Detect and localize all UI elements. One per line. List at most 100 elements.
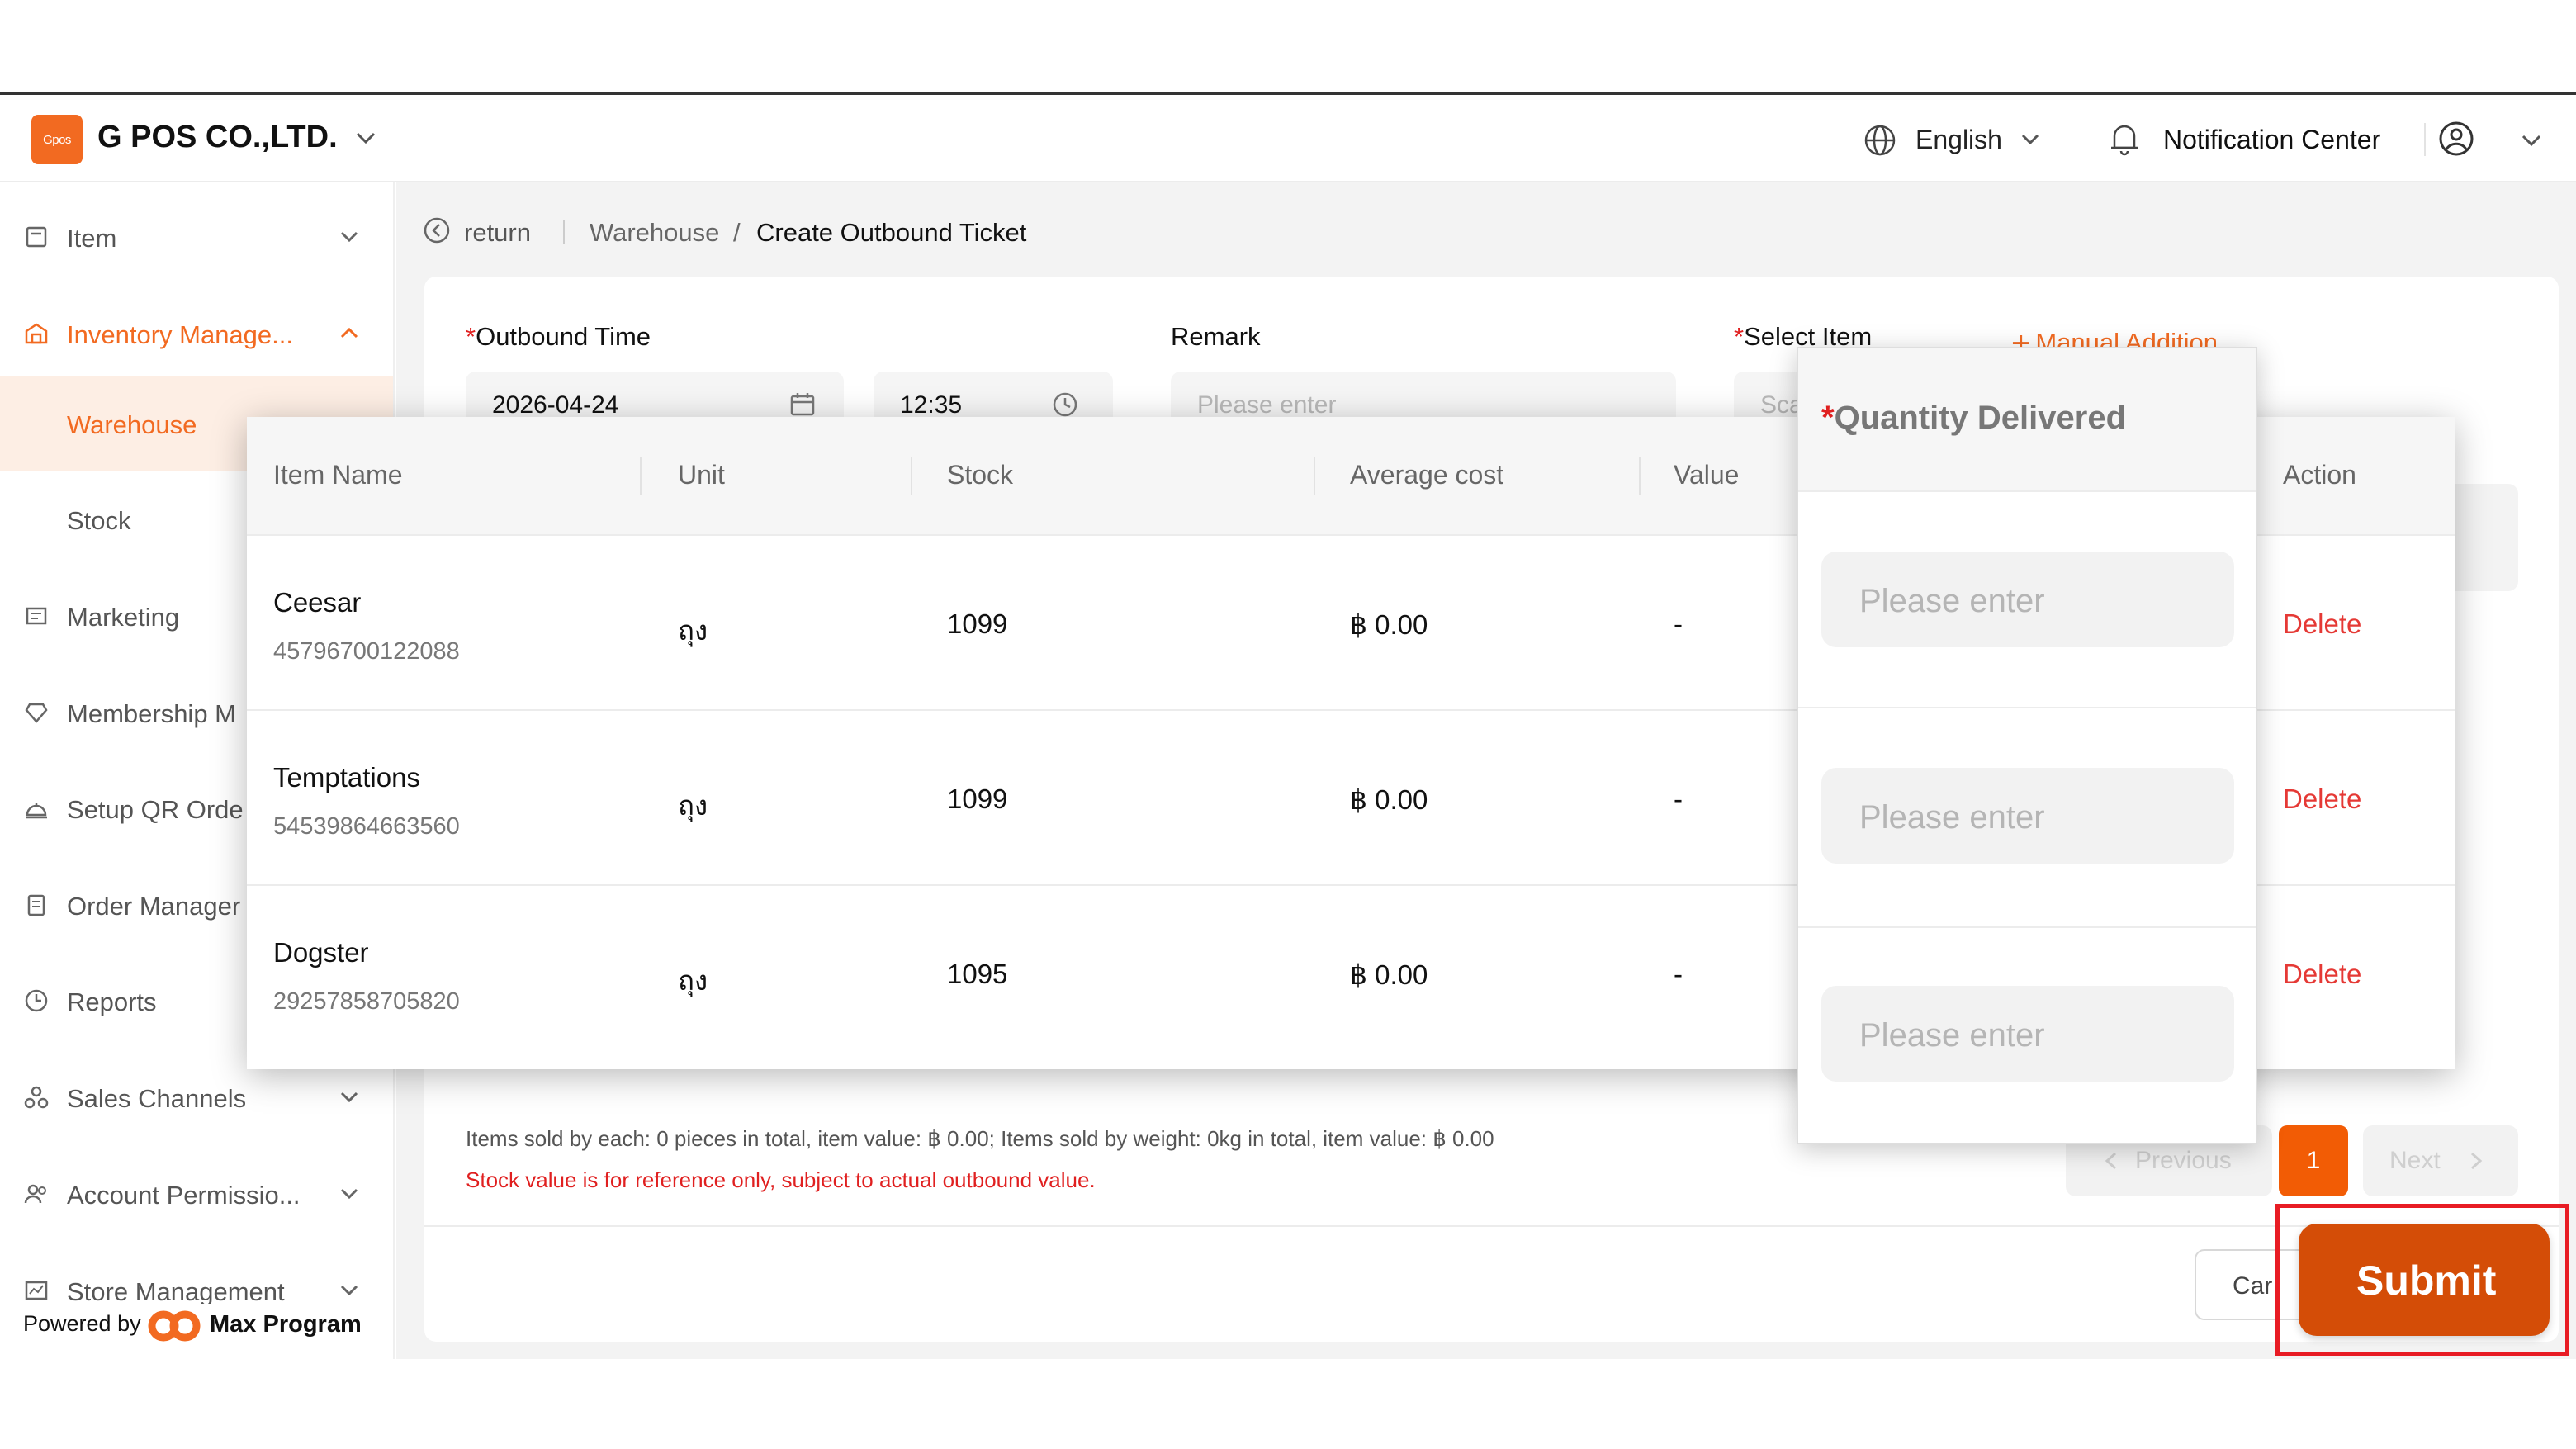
chevron-right-icon [2470, 1152, 2483, 1170]
store-icon [25, 1281, 48, 1300]
item-name: Ceesar [273, 587, 362, 618]
order-icon [27, 894, 45, 916]
clock-icon [1053, 392, 1077, 417]
chevron-down-icon[interactable] [2518, 130, 2545, 151]
item-stock: 1099 [947, 608, 1008, 639]
sidebar-item-label: Stock [67, 506, 131, 535]
item-name: Dogster [273, 937, 369, 968]
card-footer-divider [424, 1225, 2559, 1227]
qr-order-icon [26, 803, 47, 819]
sidebar-item-label: Membership M [67, 699, 236, 728]
remark-label: Remark [1171, 322, 1261, 351]
globe-icon[interactable] [1863, 123, 1897, 158]
delete-button[interactable]: Delete [2283, 784, 2361, 815]
item-average-cost: ฿ 0.00 [1350, 959, 1428, 990]
breadcrumb-warehouse[interactable]: Warehouse [590, 218, 719, 248]
column-header-stock: Stock [947, 460, 1014, 490]
chevron-up-icon [340, 327, 358, 339]
column-header-average-cost: Average cost [1350, 460, 1504, 490]
item-average-cost: ฿ 0.00 [1350, 609, 1428, 640]
marketing-icon [26, 607, 47, 625]
column-header-unit: Unit [678, 460, 725, 490]
breadcrumb-current: Create Outbound Ticket [756, 218, 1027, 247]
sidebar-item-label: Account Permissio... [67, 1181, 301, 1210]
column-separator [640, 457, 642, 495]
outbound-time-label: *Outbound Time [466, 322, 651, 351]
item-value: - [1674, 959, 1683, 989]
item-barcode: 45796700122088 [273, 638, 460, 665]
delete-button[interactable]: Delete [2283, 608, 2361, 640]
chevron-down-icon [340, 1091, 358, 1103]
next-page-button[interactable]: Next [2363, 1125, 2518, 1196]
chevron-down-icon [340, 231, 358, 243]
chevron-down-icon[interactable] [351, 126, 381, 149]
chevron-down-icon [340, 1285, 358, 1296]
item-name: Temptations [273, 762, 420, 793]
inventory-icon [25, 323, 48, 344]
sidebar-item-label: Reports [67, 987, 157, 1016]
reports-icon [25, 989, 48, 1012]
row-divider [1798, 926, 2256, 928]
header-divider [2424, 123, 2426, 156]
user-avatar-icon[interactable] [2437, 120, 2475, 158]
item-stock: 1099 [947, 784, 1008, 814]
breadcrumb-separator: / [733, 218, 741, 247]
max-program-brand: Max Program [210, 1311, 362, 1338]
item-barcode: 29257858705820 [273, 988, 460, 1015]
back-arrow-icon[interactable] [423, 216, 451, 244]
quantity-delivered-title: *Quantity Delivered [1821, 400, 2127, 436]
language-selector[interactable]: English [1915, 125, 2002, 155]
quantity-input[interactable]: Please enter [1821, 768, 2234, 864]
chevron-down-icon [340, 1188, 358, 1200]
sidebar-item-sales-channels[interactable]: Sales Channels [0, 1066, 393, 1132]
sidebar-item-account-permissions[interactable]: Account Permissio... [0, 1163, 393, 1229]
column-header-item-name: Item Name [273, 460, 403, 490]
item-unit: ถุง [678, 790, 708, 821]
gpos-logo[interactable]: Gpos [31, 115, 83, 164]
membership-icon [25, 703, 48, 723]
sidebar-item-inventory[interactable]: Inventory Manage... [0, 302, 393, 368]
account-icon [24, 1184, 46, 1204]
sidebar-item-store-management[interactable]: Store Management [0, 1259, 393, 1304]
notification-center-link[interactable]: Notification Center [2163, 125, 2380, 155]
item-stock: 1095 [947, 959, 1008, 989]
return-link[interactable]: return [464, 218, 531, 248]
item-value: - [1674, 608, 1683, 639]
row-divider [1798, 707, 2256, 708]
items-summary: Items sold by each: 0 pieces in total, i… [466, 1126, 1494, 1151]
quantity-input[interactable]: Please enter [1821, 986, 2234, 1082]
bell-icon[interactable] [2108, 120, 2141, 158]
item-value: - [1674, 784, 1683, 814]
sidebar-item-label: Sales Channels [67, 1084, 247, 1113]
item-barcode: 54539864663560 [273, 813, 460, 840]
submit-button[interactable]: Submit [2299, 1224, 2550, 1336]
chevron-left-icon [2105, 1152, 2117, 1170]
sidebar-item-label: Setup QR Orde [67, 795, 244, 824]
item-unit: ถุง [678, 965, 708, 996]
column-header-action: Action [2283, 460, 2356, 490]
sidebar-item-label: Marketing [67, 603, 180, 632]
chevron-down-icon[interactable] [2018, 130, 2043, 149]
item-icon [26, 226, 47, 248]
sidebar-item-label: Order Manager [67, 892, 241, 921]
calendar-icon [790, 393, 815, 416]
quantity-delivered-panel: *Quantity Delivered Please enter Please … [1797, 347, 2257, 1144]
breadcrumb-divider [563, 220, 565, 244]
page-number-button[interactable]: 1 [2279, 1125, 2348, 1196]
sales-channels-icon [24, 1086, 49, 1109]
powered-by-label: Powered by [23, 1311, 141, 1336]
company-name[interactable]: G POS CO.,LTD. [97, 120, 338, 155]
delete-button[interactable]: Delete [2283, 959, 2361, 990]
column-separator [1639, 457, 1641, 495]
sidebar-item-label: Warehouse [67, 410, 197, 439]
item-unit: ถุง [678, 615, 708, 646]
stock-value-disclaimer: Stock value is for reference only, subje… [466, 1167, 1096, 1192]
app-header: Gpos G POS CO.,LTD. English Notification… [0, 95, 2576, 182]
item-average-cost: ฿ 0.00 [1350, 784, 1428, 815]
column-separator [911, 457, 912, 495]
max-program-logo-icon [148, 1310, 201, 1342]
quantity-input[interactable]: Please enter [1821, 552, 2234, 647]
sidebar-item-item[interactable]: Item [0, 206, 393, 272]
column-header-value: Value [1674, 460, 1740, 490]
sidebar-item-label: Item [67, 224, 117, 253]
